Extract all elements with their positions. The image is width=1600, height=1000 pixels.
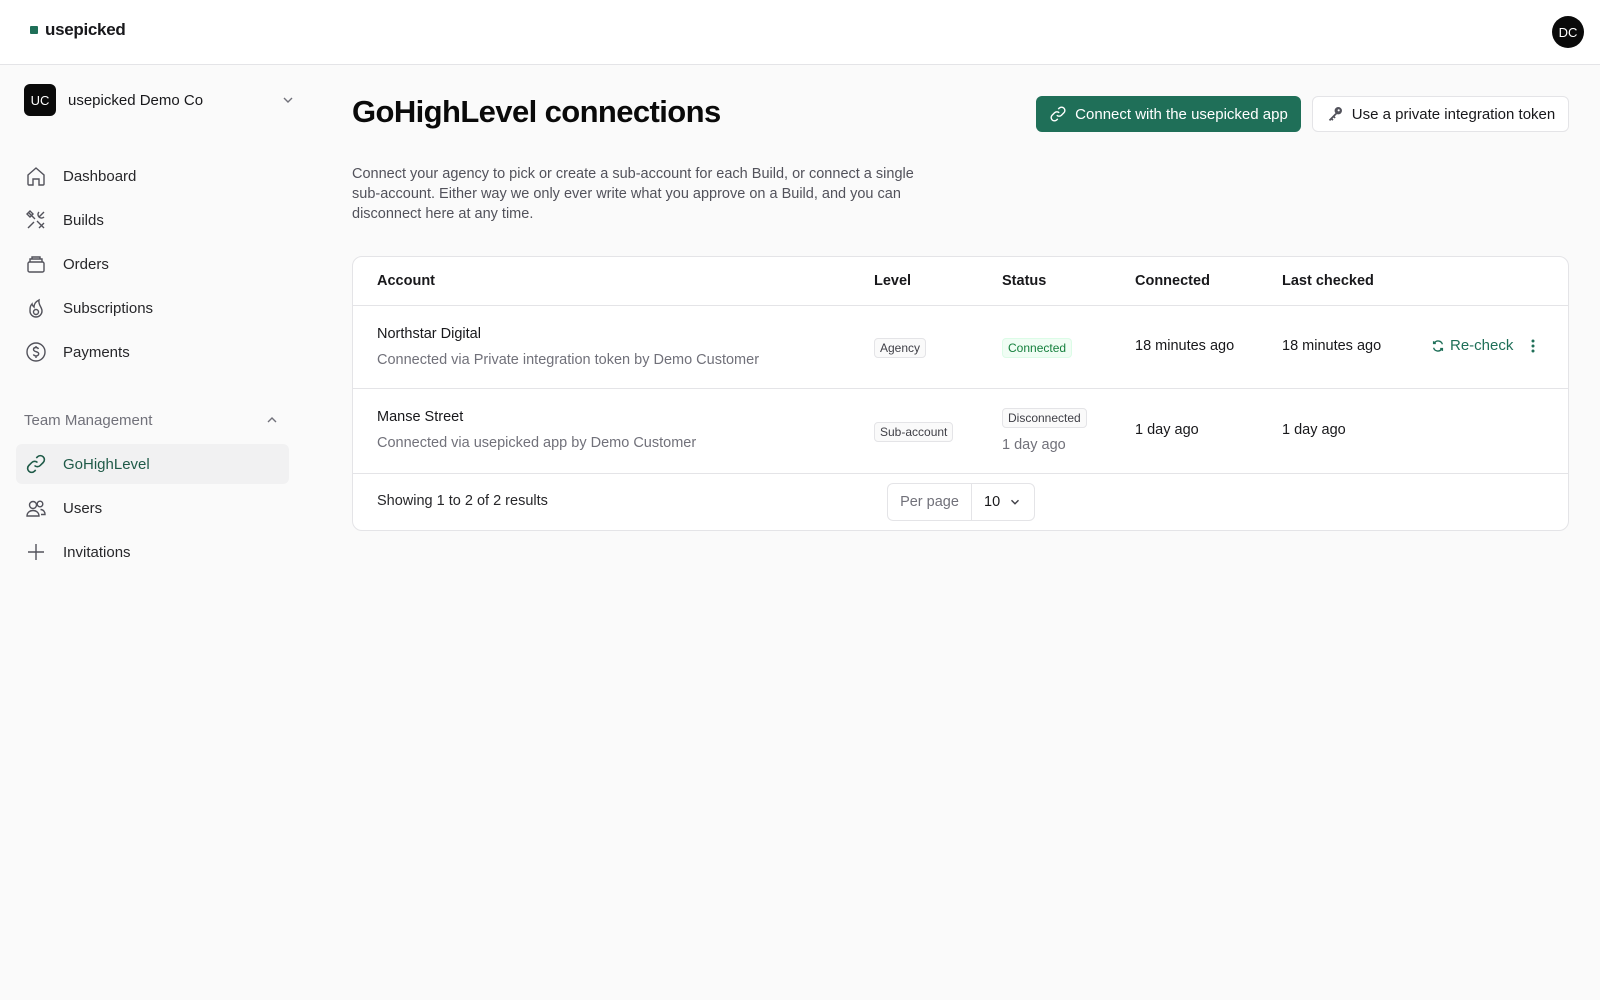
column-header-account[interactable]: Account <box>377 273 435 289</box>
account-subtitle: Connected via Private integration token … <box>377 352 760 368</box>
connections-table: Account Level Status Connected Last chec… <box>352 256 1569 531</box>
brand-mark-icon <box>30 26 38 34</box>
sidebar-item-users[interactable]: Users <box>16 488 289 528</box>
per-page-control: Per page 10 <box>887 483 1035 521</box>
more-options-icon[interactable] <box>1525 338 1541 354</box>
sidebar-item-label: Users <box>63 499 103 517</box>
column-header-level[interactable]: Level <box>874 273 911 289</box>
sidebar-item-label: Builds <box>63 211 104 229</box>
level-badge: Sub-account <box>874 422 954 442</box>
connected-time: 1 day ago <box>1135 422 1199 438</box>
sidebar-item-label: Payments <box>63 343 130 361</box>
brand-logo[interactable]: usepicked <box>30 20 126 40</box>
last-checked-time: 1 day ago <box>1282 422 1346 438</box>
column-header-connected[interactable]: Connected <box>1135 273 1210 289</box>
page-title: GoHighLevel connections <box>352 94 721 129</box>
link-icon <box>1050 106 1066 122</box>
per-page-label: Per page <box>888 484 972 520</box>
sidebar-item-builds[interactable]: Builds <box>16 200 289 240</box>
team-management-toggle[interactable]: Team Management <box>24 408 280 432</box>
sidebar-item-label: Subscriptions <box>63 299 154 317</box>
level-badge: Agency <box>874 338 927 358</box>
brand-name: usepicked <box>45 20 126 39</box>
sidebar-item-label: Orders <box>63 255 109 273</box>
sidebar-item-dashboard[interactable]: Dashboard <box>16 156 289 196</box>
status-badge: Disconnected <box>1002 408 1087 428</box>
sidebar-nav: Dashboard Builds Orders Subscriptions Pa… <box>16 156 289 376</box>
sidebar-item-gohighlevel[interactable]: GoHighLevel <box>16 444 289 484</box>
link-icon <box>25 453 47 475</box>
plus-icon <box>25 541 47 563</box>
table-header-row: Account Level Status Connected Last chec… <box>353 257 1568 306</box>
account-name[interactable]: Northstar Digital <box>377 326 481 342</box>
table-row[interactable]: Manse Street Connected via usepicked app… <box>353 389 1568 474</box>
home-icon <box>25 165 47 187</box>
per-page-value: 10 <box>984 494 1001 510</box>
recheck-button[interactable]: Re-check <box>1431 337 1513 354</box>
refresh-icon <box>1432 339 1444 352</box>
sidebar-item-payments[interactable]: Payments <box>16 332 289 372</box>
users-icon <box>25 497 47 519</box>
tools-icon <box>25 209 47 231</box>
org-name: usepicked Demo Co <box>68 91 204 109</box>
sidebar-item-orders[interactable]: Orders <box>16 244 289 284</box>
account-subtitle: Connected via usepicked app by Demo Cust… <box>377 435 697 451</box>
org-switcher[interactable]: UC usepicked Demo Co <box>24 84 294 116</box>
chevron-down-icon <box>283 97 293 103</box>
column-header-last-checked[interactable]: Last checked <box>1282 273 1374 289</box>
table-row[interactable]: Northstar Digital Connected via Private … <box>353 306 1568 389</box>
dollar-circle-icon <box>25 341 47 363</box>
last-checked-time: 18 minutes ago <box>1282 338 1382 354</box>
private-token-label: Use a private integration token <box>1351 105 1556 123</box>
org-avatar: UC <box>24 84 56 116</box>
chevron-down-icon <box>1011 499 1020 505</box>
chevron-up-icon <box>267 417 277 423</box>
user-avatar[interactable]: DC <box>1552 16 1584 48</box>
pagination-summary: Showing 1 to 2 of 2 results <box>377 493 548 509</box>
status-badge: Connected <box>1002 338 1073 358</box>
per-page-select[interactable]: 10 <box>972 494 1034 510</box>
sidebar-item-label: GoHighLevel <box>63 455 150 473</box>
column-header-status[interactable]: Status <box>1002 273 1046 289</box>
top-bar: usepicked DC <box>0 0 1600 65</box>
key-icon <box>1328 107 1342 121</box>
sidebar-item-label: Invitations <box>63 543 131 561</box>
recheck-label: Re-check <box>1450 337 1514 354</box>
connected-time: 18 minutes ago <box>1135 338 1235 354</box>
page-description: Connect your agency to pick or create a … <box>352 166 914 222</box>
sidebar-item-invitations[interactable]: Invitations <box>16 532 289 572</box>
archive-icon <box>25 253 47 275</box>
account-name[interactable]: Manse Street <box>377 409 463 425</box>
status-detail: 1 day ago <box>1002 437 1066 453</box>
team-nav: GoHighLevel Users Invitations <box>16 444 289 576</box>
section-label: Team Management <box>24 411 153 429</box>
private-token-button[interactable]: Use a private integration token <box>1312 96 1569 132</box>
sidebar-item-label: Dashboard <box>63 167 137 185</box>
sidebar-item-subscriptions[interactable]: Subscriptions <box>16 288 289 328</box>
connect-app-button[interactable]: Connect with the usepicked app <box>1036 96 1301 132</box>
connect-app-label: Connect with the usepicked app <box>1075 105 1288 123</box>
flame-icon <box>25 297 47 319</box>
